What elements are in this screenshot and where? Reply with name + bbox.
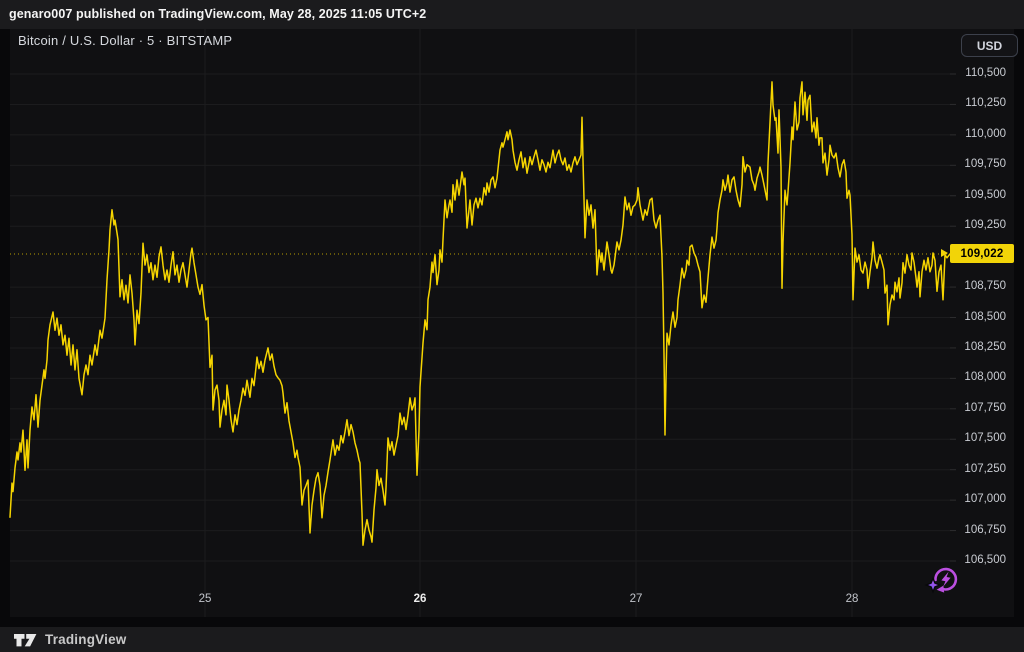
symbol-title: Bitcoin / U.S. Dollar · 5 · BITSTAMP	[18, 33, 232, 48]
price-axis-label: 107,000	[952, 493, 1006, 505]
price-axis-label: 107,250	[952, 463, 1006, 475]
publish-bar: genaro007 published on TradingView.com, …	[0, 0, 1024, 29]
price-axis-label: 107,750	[952, 402, 1006, 414]
price-axis-label: 107,500	[952, 432, 1006, 444]
tradingview-logo[interactable]	[13, 631, 40, 649]
ai-sparkle-refresh-icon[interactable]	[920, 559, 964, 603]
brand-bar: TradingView	[0, 627, 1024, 652]
time-axis-label: 28	[830, 593, 874, 605]
time-axis-label: 27	[614, 593, 658, 605]
chart-pane[interactable]	[10, 29, 1014, 617]
tradingview-published-chart: genaro007 published on TradingView.com, …	[0, 0, 1024, 652]
price-axis-label: 109,250	[952, 219, 1006, 231]
price-axis-label: 108,750	[952, 280, 1006, 292]
price-axis-label: 109,750	[952, 158, 1006, 170]
last-price-label: 109,022	[950, 244, 1014, 263]
brand-name[interactable]: TradingView	[45, 632, 126, 647]
price-axis-label: 110,500	[952, 67, 1006, 79]
time-axis-label: 26	[398, 593, 442, 605]
currency-toggle-button[interactable]: USD	[961, 34, 1018, 57]
price-axis-label: 110,250	[952, 97, 1006, 109]
price-axis-label: 108,000	[952, 371, 1006, 383]
price-axis-label: 106,750	[952, 524, 1006, 536]
price-axis-label: 110,000	[952, 128, 1006, 140]
publish-text: genaro007 published on TradingView.com, …	[0, 0, 426, 29]
price-axis-label: 109,500	[952, 189, 1006, 201]
time-axis-label: 25	[183, 593, 227, 605]
price-axis-label: 108,500	[952, 311, 1006, 323]
last-price-arrow-icon	[941, 249, 948, 257]
price-axis-label: 108,250	[952, 341, 1006, 353]
